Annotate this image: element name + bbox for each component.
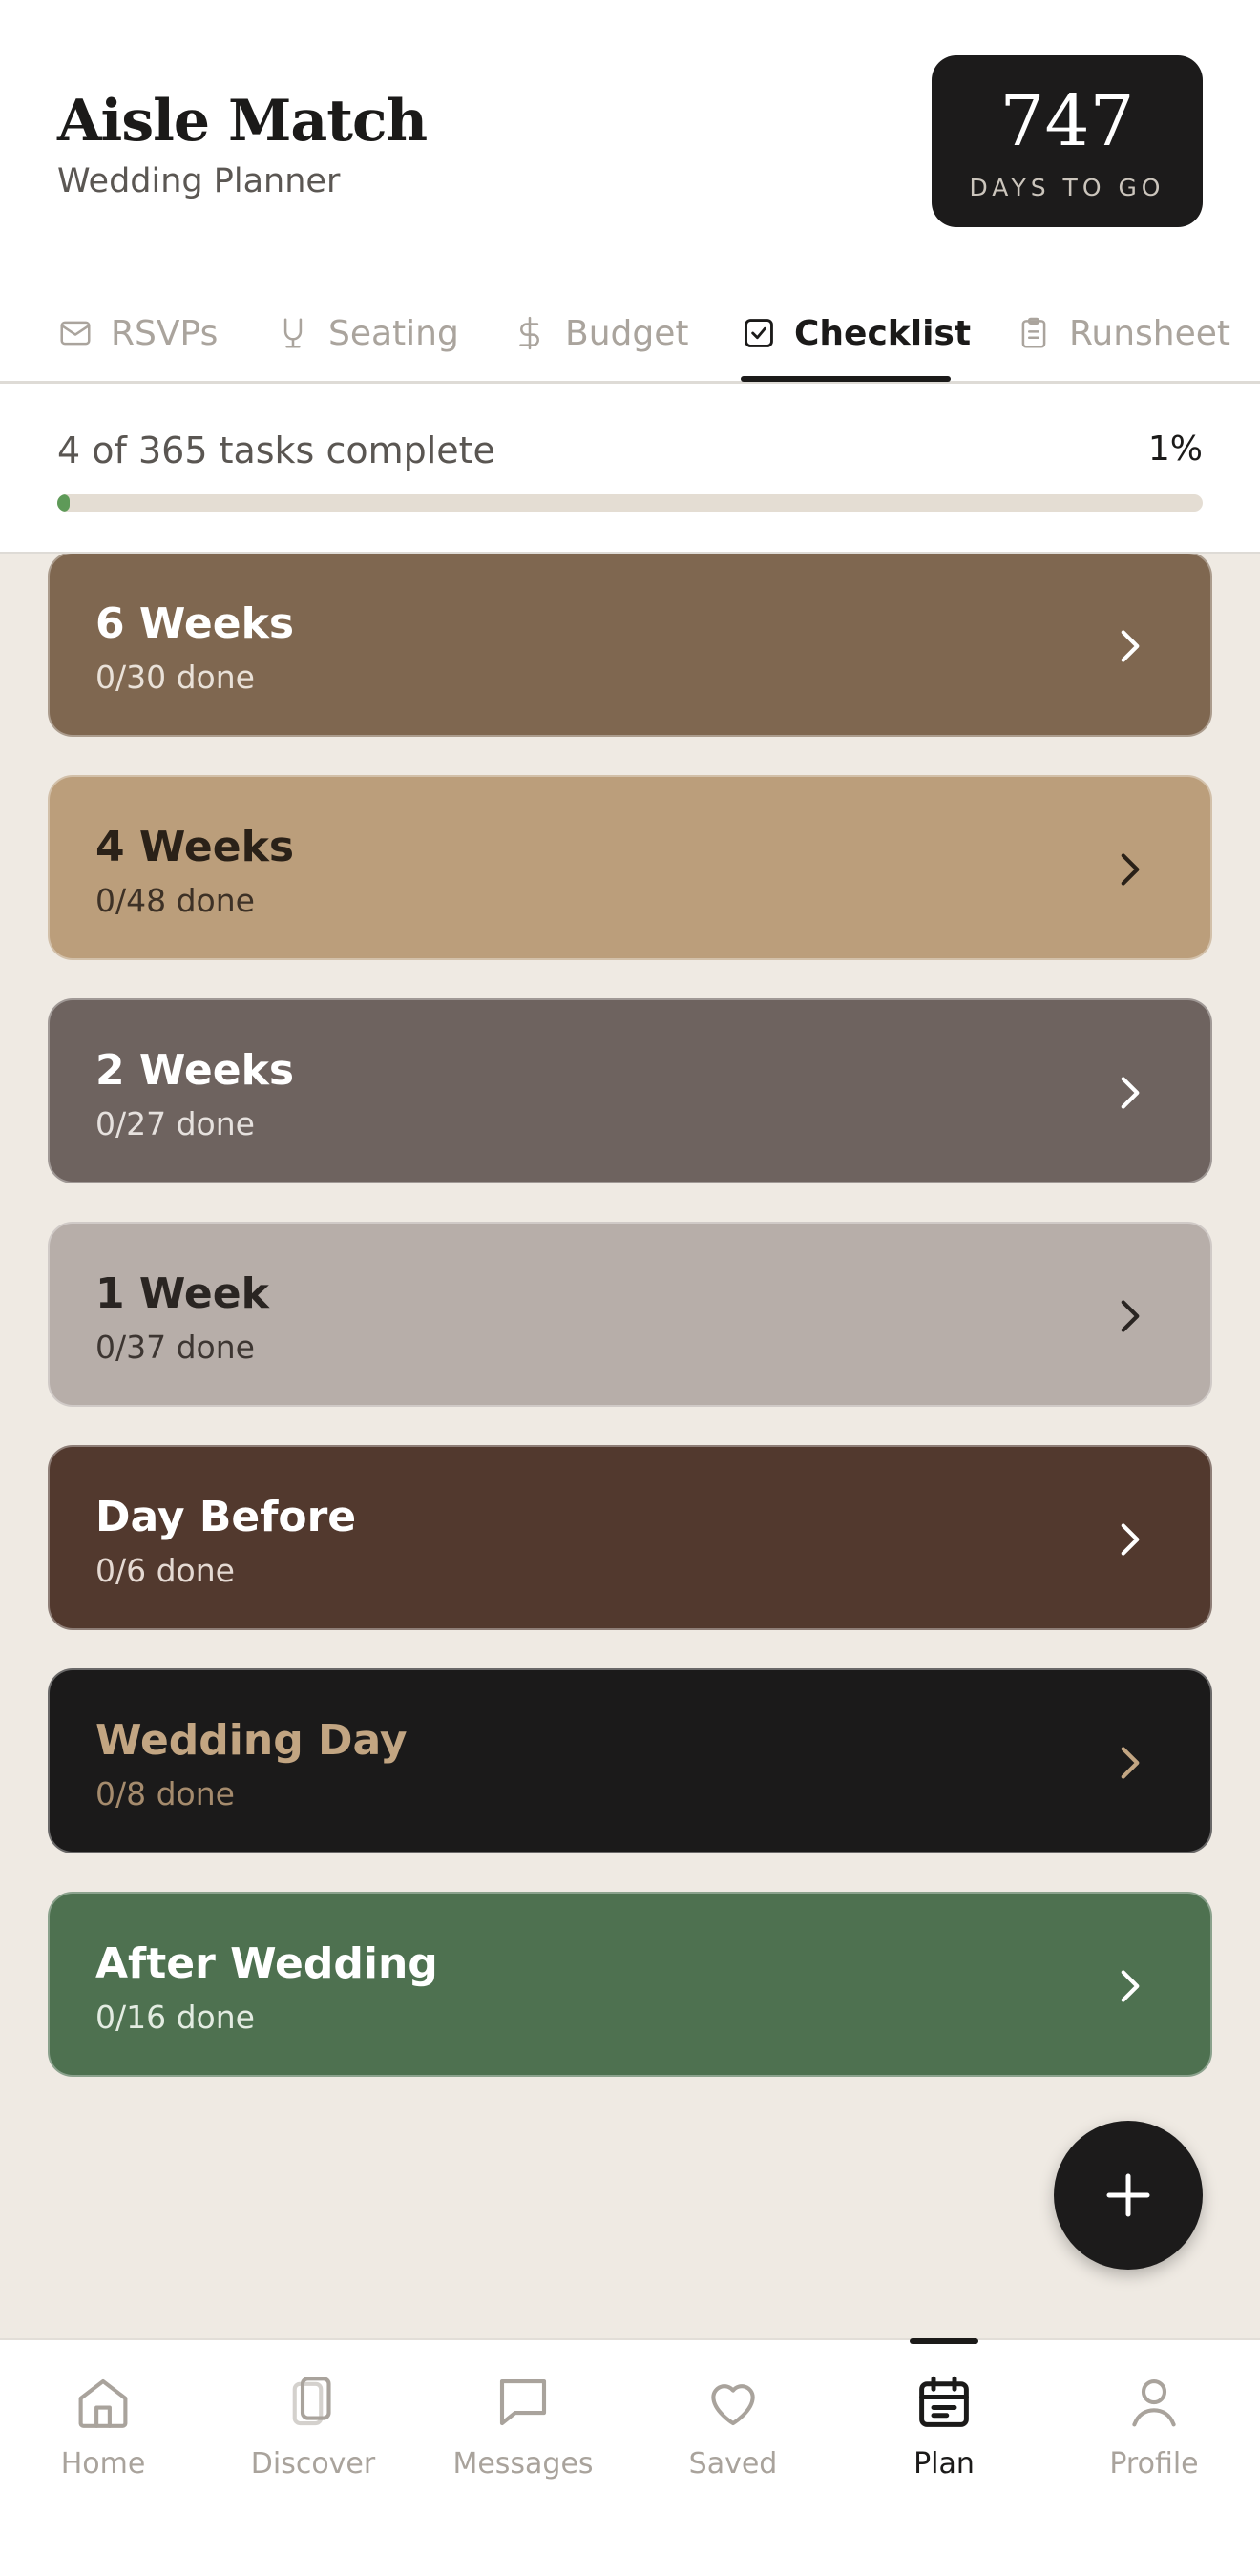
chair-icon xyxy=(284,318,303,348)
nav-home[interactable]: Home xyxy=(8,2371,199,2481)
section-card-4-weeks[interactable]: 4 Weeks 0/48 done xyxy=(48,775,1212,960)
home-icon xyxy=(78,2378,128,2428)
progress-percent: 1% xyxy=(1147,429,1203,469)
chevron-right-icon xyxy=(1121,630,1140,662)
section-card-6-weeks[interactable]: 6 Weeks 0/30 done xyxy=(48,554,1212,737)
section-title: After Wedding xyxy=(95,1939,438,1988)
tab-label: Checklist xyxy=(794,313,972,353)
countdown-value: 747 xyxy=(999,80,1135,162)
tab-rsvps[interactable]: RSVPs xyxy=(57,300,218,367)
bottom-navigation: Home Discover Messages Saved Plan Profil… xyxy=(0,2338,1260,2576)
app-title: Aisle Match xyxy=(57,88,428,155)
section-card-day-before[interactable]: Day Before 0/6 done xyxy=(48,1445,1212,1630)
nav-saved[interactable]: Saved xyxy=(638,2371,829,2481)
tab-label: RSVPs xyxy=(111,313,219,353)
chevron-right-icon xyxy=(1121,1300,1140,1332)
checkbox-icon xyxy=(745,319,773,347)
dollar-icon xyxy=(519,316,539,350)
section-progress: 0/48 done xyxy=(95,882,255,919)
nav-profile[interactable]: Profile xyxy=(1059,2371,1250,2481)
checklist-sections: 6 Weeks 0/30 done 4 Weeks 0/48 done 2 We… xyxy=(0,554,1260,2338)
tab-budget[interactable]: Budget xyxy=(512,300,688,367)
chevron-right-icon xyxy=(1121,1747,1140,1779)
section-progress: 0/16 done xyxy=(95,1999,255,2036)
add-task-button[interactable] xyxy=(1054,2121,1203,2270)
section-progress: 0/37 done xyxy=(95,1329,255,1366)
chevron-right-icon xyxy=(1121,853,1140,886)
section-title: Wedding Day xyxy=(95,1716,408,1765)
nav-label: Saved xyxy=(688,2447,778,2481)
countdown-badge: 747 DAYS TO GO xyxy=(932,55,1203,227)
section-progress: 0/6 done xyxy=(95,1552,235,1589)
calendar-icon xyxy=(919,2376,969,2427)
plus-icon xyxy=(1106,2173,1150,2217)
chat-icon xyxy=(499,2378,547,2426)
tab-label: Seating xyxy=(328,313,459,353)
cards-icon xyxy=(292,2377,331,2426)
section-progress: 0/8 done xyxy=(95,1775,235,1812)
section-card-2-weeks[interactable]: 2 Weeks 0/27 done xyxy=(48,998,1212,1183)
chevron-right-icon xyxy=(1121,1970,1140,2002)
chevron-right-icon xyxy=(1121,1077,1140,1109)
nav-discover[interactable]: Discover xyxy=(218,2371,409,2481)
nav-label: Messages xyxy=(452,2447,594,2481)
clipboard-icon xyxy=(1021,317,1046,348)
app-header: Aisle Match Wedding Planner 747 DAYS TO … xyxy=(0,0,1260,267)
section-title: 2 Weeks xyxy=(95,1046,295,1095)
checklist-progress: 4 of 365 tasks complete 1% xyxy=(0,384,1260,554)
section-card-after-wedding[interactable]: After Wedding 0/16 done xyxy=(48,1892,1212,2077)
nav-messages[interactable]: Messages xyxy=(428,2371,619,2481)
progress-bar xyxy=(57,494,1203,512)
user-icon xyxy=(1132,2378,1176,2427)
tab-checklist[interactable]: Checklist xyxy=(741,300,971,367)
section-card-1-week[interactable]: 1 Week 0/37 done xyxy=(48,1222,1212,1407)
active-tab-indicator xyxy=(741,376,951,382)
countdown-label: DAYS TO GO xyxy=(969,174,1166,201)
progress-text: 4 of 365 tasks complete xyxy=(57,429,495,471)
nav-label: Discover xyxy=(250,2447,376,2481)
section-title: 1 Week xyxy=(95,1269,269,1318)
app-subtitle: Wedding Planner xyxy=(57,162,341,200)
section-progress: 0/27 done xyxy=(95,1105,255,1142)
active-nav-indicator xyxy=(910,2338,978,2344)
tab-runsheet[interactable]: Runsheet xyxy=(1016,300,1230,367)
heart-icon xyxy=(711,2384,755,2426)
section-title: 6 Weeks xyxy=(95,599,295,648)
tab-seating[interactable]: Seating xyxy=(275,300,459,367)
chevron-right-icon xyxy=(1121,1523,1140,1556)
section-progress: 0/30 done xyxy=(95,659,255,696)
progress-bar-fill xyxy=(57,494,71,512)
tab-label: Runsheet xyxy=(1069,313,1231,353)
nav-label: Plan xyxy=(914,2447,975,2481)
nav-label: Profile xyxy=(1109,2447,1199,2481)
plan-tabs: RSVPs Seating Budget Checklist Runsheet xyxy=(0,286,1260,384)
section-title: Day Before xyxy=(95,1493,357,1541)
nav-plan[interactable]: Plan xyxy=(849,2371,1040,2481)
nav-label: Home xyxy=(60,2447,146,2481)
tab-label: Budget xyxy=(565,313,689,353)
section-title: 4 Weeks xyxy=(95,823,295,871)
section-card-wedding-day[interactable]: Wedding Day 0/8 done xyxy=(48,1668,1212,1853)
mail-icon xyxy=(60,321,91,346)
